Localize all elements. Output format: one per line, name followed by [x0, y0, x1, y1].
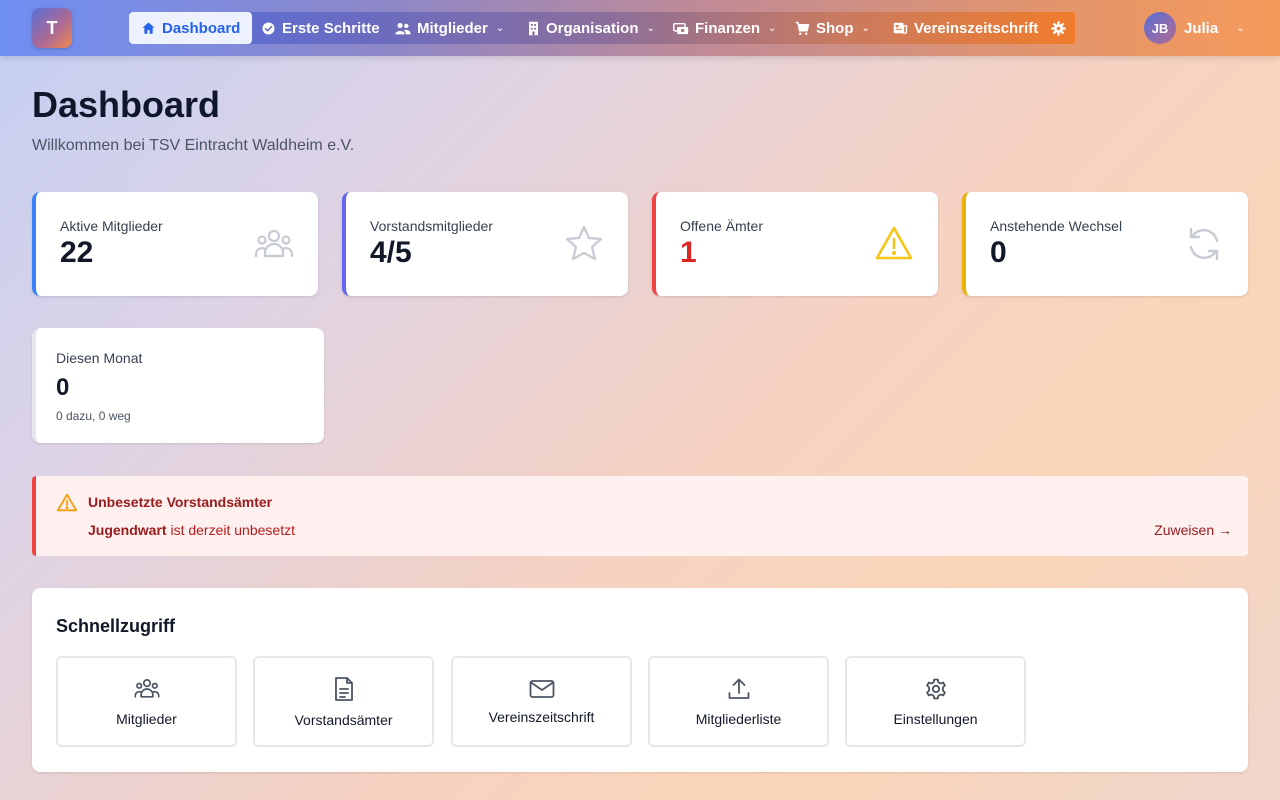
app-logo[interactable]: T: [32, 8, 72, 48]
nav-item-label: Organisation: [546, 19, 639, 37]
star-icon: [565, 225, 603, 261]
user-menu[interactable]: JB Julia ⌄: [1144, 12, 1245, 44]
nav-item-label: Dashboard: [162, 19, 241, 37]
quick-access-panel: Schnellzugriff Mitglieder Vorstandsämter…: [32, 588, 1248, 772]
alert-text: ist derzeit unbesetzt: [166, 522, 295, 538]
upload-icon: [728, 678, 749, 699]
stat-value: 0: [990, 236, 1007, 269]
stat-label: Anstehende Wechsel: [990, 218, 1123, 234]
quick-board-positions-button[interactable]: Vorstandsämter: [253, 656, 434, 747]
quick-button-label: Einstellungen: [893, 710, 978, 727]
nav-item-mitglieder[interactable]: Mitglieder ⌄: [383, 12, 516, 44]
assign-link[interactable]: Zuweisen →: [1154, 522, 1232, 538]
stat-sub: 0 dazu, 0 weg: [56, 409, 131, 423]
page-subtitle: Willkommen bei TSV Eintracht Waldheim e.…: [32, 137, 355, 154]
vacancy-alert: Unbesetzte Vorstandsämter Jugendwart ist…: [32, 476, 1248, 556]
users-icon: [254, 229, 294, 258]
warning-icon: [56, 493, 78, 512]
quick-button-label: Vorstandsämter: [294, 711, 393, 728]
stat-value: 1: [680, 236, 697, 269]
cart-icon: [795, 21, 810, 35]
stat-value: 0: [56, 374, 70, 401]
chevron-down-icon: ⌄: [495, 22, 505, 34]
building-icon: [529, 21, 538, 35]
nav-item-label: Erste Schritte: [282, 19, 380, 37]
stat-label: Offene Ämter: [680, 218, 764, 234]
stat-card-upcoming-changes: Anstehende Wechsel 0: [962, 192, 1248, 296]
users-icon: [395, 22, 411, 34]
quick-button-label: Vereinszeitschrift: [488, 708, 595, 725]
quick-magazine-button[interactable]: Vereinszeitschrift: [451, 656, 632, 747]
quick-settings-button[interactable]: Einstellungen: [845, 656, 1026, 747]
chevron-down-icon: ⌄: [768, 22, 777, 34]
stat-card-active-members: Aktive Mitglieder 22: [32, 192, 318, 296]
nav-item-erste-schritte[interactable]: Erste Schritte: [249, 12, 392, 44]
stat-label: Aktive Mitglieder: [60, 218, 163, 234]
chevron-down-icon: ⌄: [1236, 22, 1245, 34]
user-name: Julia: [1184, 19, 1219, 37]
settings-button[interactable]: [1041, 12, 1076, 44]
check-circle-icon: [262, 22, 275, 34]
stat-card-open-positions: Offene Ämter 1: [652, 192, 938, 296]
nav-item-label: Finanzen: [695, 19, 761, 37]
gear-icon: [925, 678, 946, 699]
nav-item-label: Vereinszeitschrift: [914, 19, 1039, 37]
home-icon: [142, 22, 155, 34]
warning-icon: [875, 226, 913, 260]
newspaper-icon: [893, 22, 908, 34]
chevron-down-icon: ⌄: [646, 22, 655, 34]
stat-label: Diesen Monat: [56, 350, 143, 366]
avatar: JB: [1144, 12, 1176, 44]
quick-button-label: Mitglieder: [116, 710, 177, 727]
money-icon: [673, 22, 689, 34]
quick-members-button[interactable]: Mitglieder: [56, 656, 237, 747]
top-navigation: T Dashboard Erste Schritte Mitglieder ⌄ …: [0, 0, 1280, 56]
users-icon: [133, 678, 160, 698]
nav-item-organisation[interactable]: Organisation ⌄: [515, 12, 667, 44]
mail-icon: [529, 679, 554, 698]
quick-member-list-button[interactable]: Mitgliederliste: [648, 656, 829, 747]
stat-value: 22: [60, 236, 94, 269]
document-icon: [334, 676, 353, 701]
nav-item-finanzen[interactable]: Finanzen ⌄: [661, 12, 788, 44]
quick-button-label: Mitgliederliste: [695, 710, 782, 727]
stat-value: 4/5: [370, 236, 412, 269]
stat-card-board-members: Vorstandsmitglieder 4/5: [342, 192, 628, 296]
page-title: Dashboard: [32, 84, 221, 125]
alert-title: Unbesetzte Vorstandsämter: [88, 494, 273, 510]
alert-message: Jugendwart ist derzeit unbesetzt: [88, 522, 295, 538]
nav-item-label: Mitglieder: [417, 19, 488, 37]
stat-label: Vorstandsmitglieder: [370, 218, 493, 234]
stat-card-this-month: Diesen Monat 0 0 dazu, 0 weg: [32, 328, 324, 443]
nav-item-dashboard[interactable]: Dashboard: [129, 12, 253, 44]
nav-item-shop[interactable]: Shop ⌄: [783, 12, 882, 44]
nav-item-label: Shop: [816, 19, 854, 37]
chevron-down-icon: ⌄: [861, 22, 870, 34]
gear-icon: [1051, 20, 1066, 36]
alert-role: Jugendwart: [88, 522, 167, 538]
section-title: Schnellzugriff: [56, 616, 176, 636]
refresh-icon: [1189, 227, 1219, 261]
nav-item-vereinszeitschrift[interactable]: Vereinszeitschrift: [881, 12, 1050, 44]
